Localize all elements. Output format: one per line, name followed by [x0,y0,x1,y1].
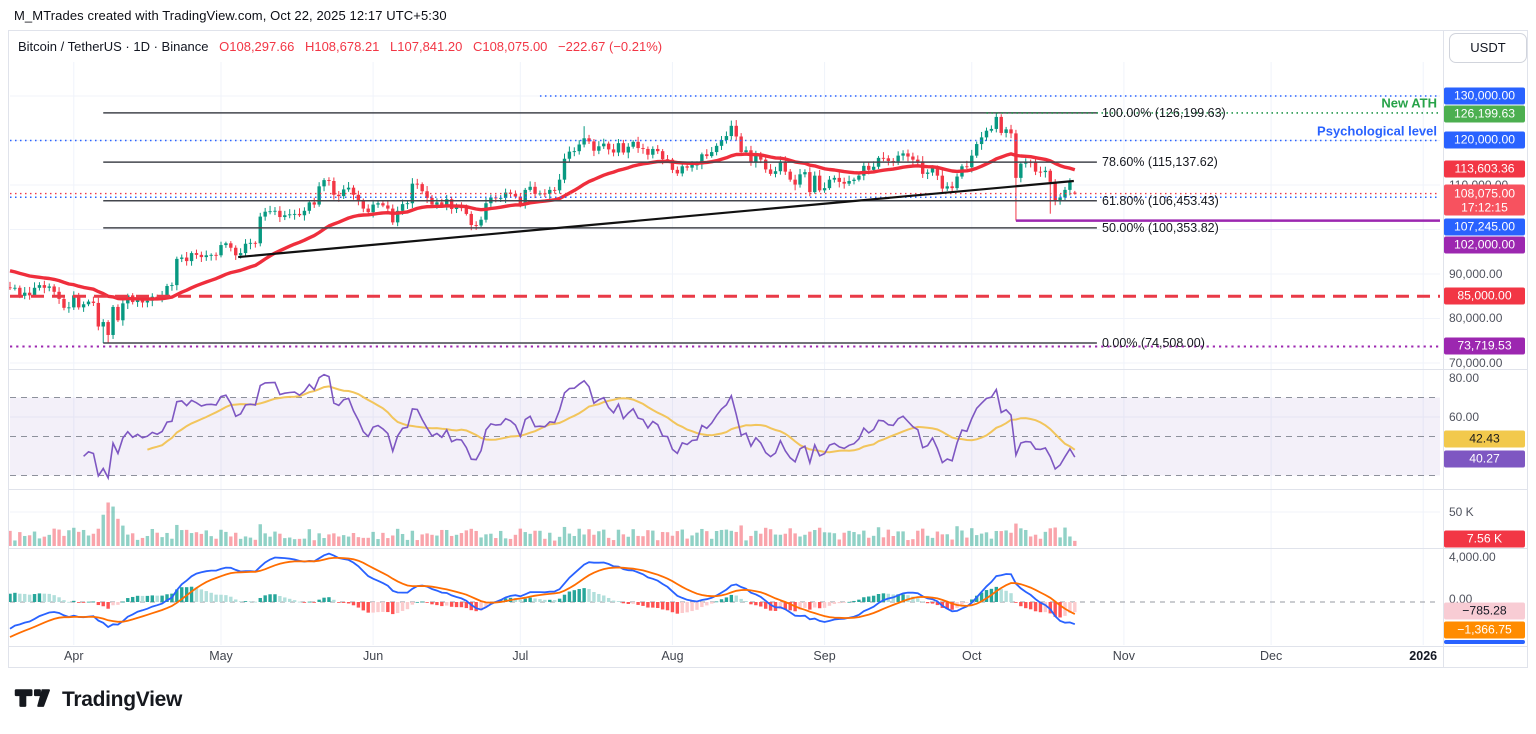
countdown-timer: 17:12:15 [1461,200,1508,215]
ohlc-high: H108,678.21 [304,39,380,54]
price-tick-label: 50 K [1449,505,1474,519]
fib-level-label: 0.00% (74,508.00) [1102,335,1205,350]
time-axis-label[interactable]: Apr [64,649,83,663]
time-axis-label[interactable]: 2026 [1409,649,1437,663]
price-axis-chip: 42.43 [1444,430,1525,448]
time-axis-label[interactable]: Oct [962,649,981,663]
price-axis-chip: 102,000.00 [1444,236,1525,254]
tradingview-logo[interactable]: TradingView [14,687,182,713]
price-tick-label: 60.00 [1449,410,1480,424]
time-axis-label[interactable]: Jul [512,649,528,663]
price-axis-chip: 40.27 [1444,450,1525,468]
chart-canvas[interactable] [0,0,1536,668]
price-axis-chip: 7.56 K [1444,530,1525,548]
ohlc-open: O108,297.66 [219,39,295,54]
price-axis-chip: 126,199.63 [1444,105,1525,123]
time-axis-label[interactable]: Dec [1260,649,1282,663]
time-axis-label[interactable]: Sep [813,649,835,663]
price-axis-chip: 113,603.36 [1444,160,1525,178]
tradingview-logo-text: TradingView [62,688,183,711]
price-axis-separator [1443,30,1444,668]
price-axis-chip: 107,245.00 [1444,218,1525,236]
price-tick-label: 70,000.00 [1449,356,1503,370]
time-axis-label[interactable]: May [209,649,233,663]
price-tick-label: 4,000.00 [1449,550,1496,564]
currency-toggle-button[interactable]: USDT [1449,33,1527,63]
annotation-new-ath: New ATH [1381,95,1437,111]
price-axis-chip [1444,640,1525,644]
time-axis-separator [8,646,1528,647]
ohlc-low: L107,841.20 [390,39,463,54]
change-value: −222.67 (−0.21%) [558,39,663,54]
ohlc-close: C108,075.00 [472,39,548,54]
chart-legend: Bitcoin / TetherUS · 1D · Binance O108,2… [18,39,669,54]
time-axis-label[interactable]: Aug [661,649,683,663]
annotation-psych-level: Psychological level [1317,123,1437,139]
fib-level-label: 50.00% (100,353.82) [1102,220,1219,235]
price-axis-chip: 85,000.00 [1444,287,1525,305]
price-axis-chip: 73,719.53 [1444,337,1525,355]
pane-separator-rsi[interactable] [8,369,1528,370]
price-tick-label: 90,000.00 [1449,267,1503,281]
fib-level-label: 100.00% (126,199.63) [1102,105,1226,120]
pane-separator-volume[interactable] [8,489,1528,490]
symbol-title[interactable]: Bitcoin / TetherUS · 1D · Binance [18,39,209,54]
fib-level-label: 78.60% (115,137.62) [1102,155,1218,170]
fib-level-label: 61.80% (106,453.43) [1102,193,1219,208]
price-tick-label: 80.00 [1449,371,1480,385]
price-axis-chip: −1,366.75 [1444,621,1525,639]
time-axis-label[interactable]: Nov [1113,649,1135,663]
price-axis-chip: 130,000.00 [1444,87,1525,105]
tradingview-logo-icon [14,689,50,707]
time-axis-label[interactable]: Jun [363,649,383,663]
pane-separator-macd[interactable] [8,548,1528,549]
price-axis-chip: 108,075.00 17:12:15 [1444,184,1525,216]
tradingview-published-chart: { "header": {"title": "M_MTrades created… [0,0,1536,734]
price-axis-chip: −785.28 [1444,602,1525,620]
price-tick-label: 80,000.00 [1449,311,1503,325]
price-axis-chip: 120,000.00 [1444,131,1525,149]
